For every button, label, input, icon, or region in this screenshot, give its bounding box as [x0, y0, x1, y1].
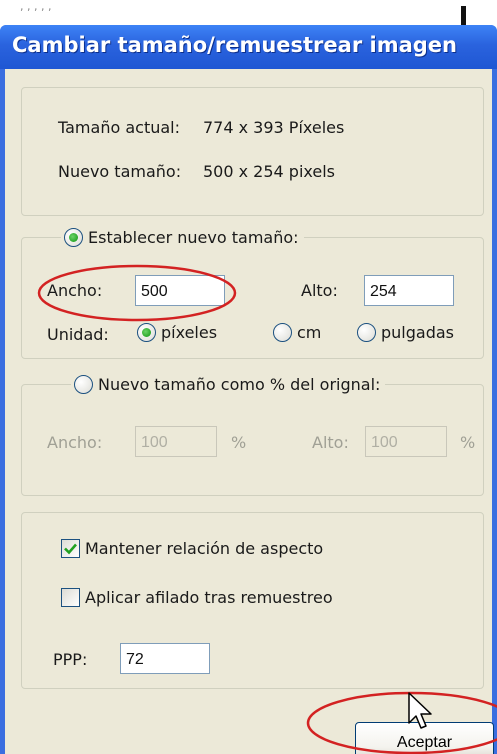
unit-cm-option[interactable]: cm [273, 323, 321, 342]
sharpen-check-box[interactable] [61, 588, 80, 607]
resize-dialog: Cambiar tamaño/remuestrear imagen Tamaño… [0, 25, 497, 754]
keep-aspect-checkbox[interactable]: Mantener relación de aspecto [61, 539, 323, 558]
unit-pixels-option[interactable]: píxeles [137, 323, 217, 342]
dpi-input[interactable] [120, 643, 210, 674]
percent-height-input[interactable] [365, 426, 447, 457]
width-input[interactable] [135, 275, 225, 306]
keep-aspect-check-box[interactable] [61, 539, 80, 558]
percent-size-radio[interactable]: Nuevo tamaño como % del orignal: [71, 373, 386, 395]
percent-height-unit: % [460, 433, 476, 452]
title-bar[interactable]: Cambiar tamaño/remuestrear imagen [0, 25, 497, 69]
absolute-size-radio-label: Establecer nuevo tamaño: [88, 227, 299, 247]
unit-inches-label: pulgadas [381, 323, 454, 342]
percent-width-label: Ancho: [47, 433, 103, 452]
accept-button[interactable]: Aceptar [355, 722, 494, 754]
background-scrap: , , , , , [20, 0, 52, 13]
new-size-label: Nuevo tamaño: [58, 162, 182, 181]
unit-label: Unidad: [47, 325, 109, 344]
unit-inches-option[interactable]: pulgadas [357, 323, 454, 342]
sharpen-label: Aplicar afilado tras remuestreo [85, 588, 333, 607]
dialog-title: Cambiar tamaño/remuestrear imagen [12, 33, 457, 57]
dpi-label: PPP: [53, 650, 88, 669]
percent-width-input[interactable] [135, 426, 217, 457]
info-group: Tamaño actual: 774 x 393 Píxeles Nuevo t… [21, 87, 484, 216]
width-label: Ancho: [47, 281, 103, 300]
unit-pixels-radio[interactable] [137, 323, 156, 342]
height-label: Alto: [301, 281, 338, 300]
current-size-label: Tamaño actual: [58, 118, 180, 137]
unit-pixels-label: píxeles [161, 323, 218, 342]
percent-width-unit: % [231, 433, 247, 452]
unit-inches-radio[interactable] [357, 323, 376, 342]
checkmark-icon [64, 543, 77, 555]
height-input[interactable] [364, 275, 454, 306]
percent-height-label: Alto: [312, 433, 349, 452]
unit-cm-radio[interactable] [273, 323, 292, 342]
dialog-body: Tamaño actual: 774 x 393 Píxeles Nuevo t… [5, 69, 494, 754]
current-size-value: 774 x 393 Píxeles [203, 118, 345, 137]
keep-aspect-label: Mantener relación de aspecto [85, 539, 324, 558]
unit-cm-label: cm [297, 323, 322, 342]
sharpen-checkbox[interactable]: Aplicar afilado tras remuestreo [61, 588, 333, 607]
absolute-size-radio[interactable]: Establecer nuevo tamaño: [61, 226, 304, 248]
new-size-value: 500 x 254 pixels [203, 162, 336, 181]
absolute-size-radio-indicator[interactable] [64, 227, 83, 247]
percent-size-radio-label: Nuevo tamaño como % del orignal: [98, 374, 381, 394]
percent-size-radio-indicator[interactable] [74, 374, 93, 394]
